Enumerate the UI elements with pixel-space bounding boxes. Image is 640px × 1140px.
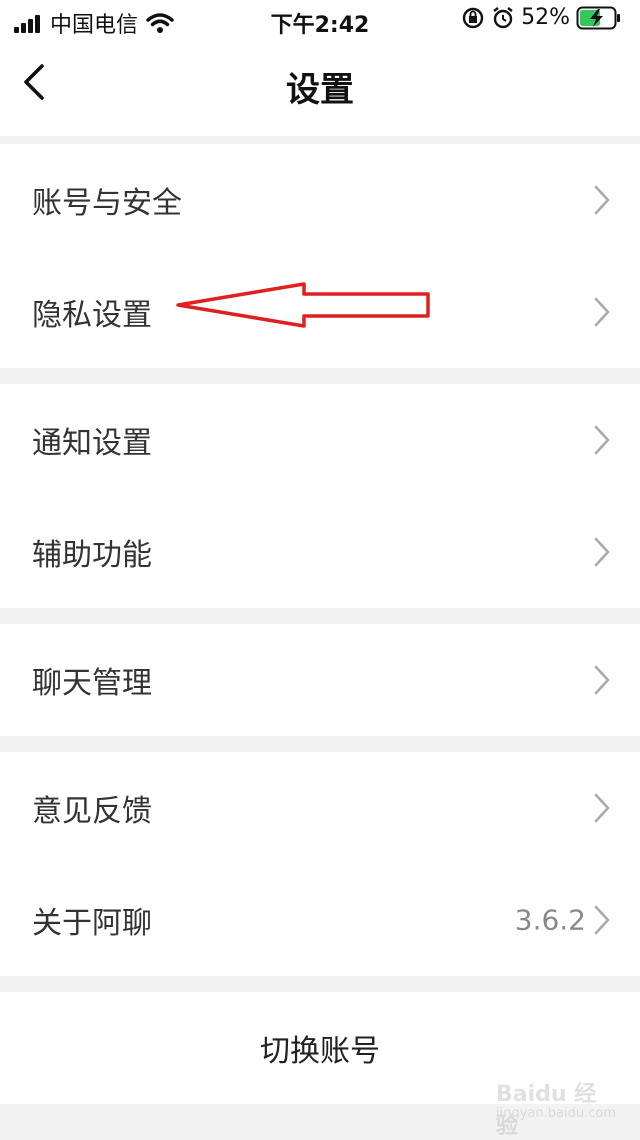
- watermark-subtext: jingyan.baidu.com: [496, 1106, 616, 1121]
- accessibility-row[interactable]: 辅助功能: [0, 496, 640, 608]
- page-title: 设置: [286, 70, 354, 110]
- battery-percent: 52%: [521, 5, 570, 30]
- orientation-lock-icon: [462, 7, 484, 28]
- alarm-icon: [493, 6, 513, 28]
- chevron-right-icon: [594, 905, 610, 935]
- row-label: 通知设置: [32, 426, 152, 461]
- chevron-right-icon: [594, 425, 610, 455]
- chevron-right-icon: [594, 793, 610, 823]
- settings-group-account: 账号与安全 隐私设置: [0, 144, 640, 368]
- arrow-left-icon: [176, 282, 430, 328]
- account-security-row[interactable]: 账号与安全: [0, 144, 640, 256]
- about-row[interactable]: 关于阿聊 3.6.2: [0, 864, 640, 976]
- row-label: 意见反馈: [32, 794, 152, 829]
- baidu-watermark-logo: Baidu 经验 jingyan.baidu.com: [496, 1068, 616, 1139]
- row-label: 聊天管理: [32, 666, 152, 701]
- row-label: 账号与安全: [32, 186, 182, 221]
- settings-group-chat: 聊天管理: [0, 624, 640, 736]
- notification-settings-row[interactable]: 通知设置: [0, 384, 640, 496]
- row-label: 关于阿聊: [32, 906, 152, 941]
- row-label: 隐私设置: [32, 298, 152, 333]
- status-bar: 中国电信 下午2:42 52%: [0, 0, 640, 42]
- battery-charging-icon: [576, 6, 620, 29]
- chevron-right-icon: [594, 537, 610, 567]
- chevron-right-icon: [594, 297, 610, 327]
- settings-group-notify: 通知设置 辅助功能: [0, 384, 640, 608]
- version-value: 3.6.2: [514, 903, 586, 937]
- chevron-right-icon: [594, 185, 610, 215]
- chat-management-row[interactable]: 聊天管理: [0, 624, 640, 736]
- nav-bar: 设置: [0, 42, 640, 136]
- settings-group-about: 意见反馈 关于阿聊 3.6.2: [0, 752, 640, 976]
- chevron-right-icon: [594, 665, 610, 695]
- row-label: 辅助功能: [32, 538, 152, 573]
- status-right: 52%: [461, 5, 628, 30]
- switch-account-label: 切换账号: [260, 1034, 380, 1069]
- feedback-row[interactable]: 意见反馈: [0, 752, 640, 864]
